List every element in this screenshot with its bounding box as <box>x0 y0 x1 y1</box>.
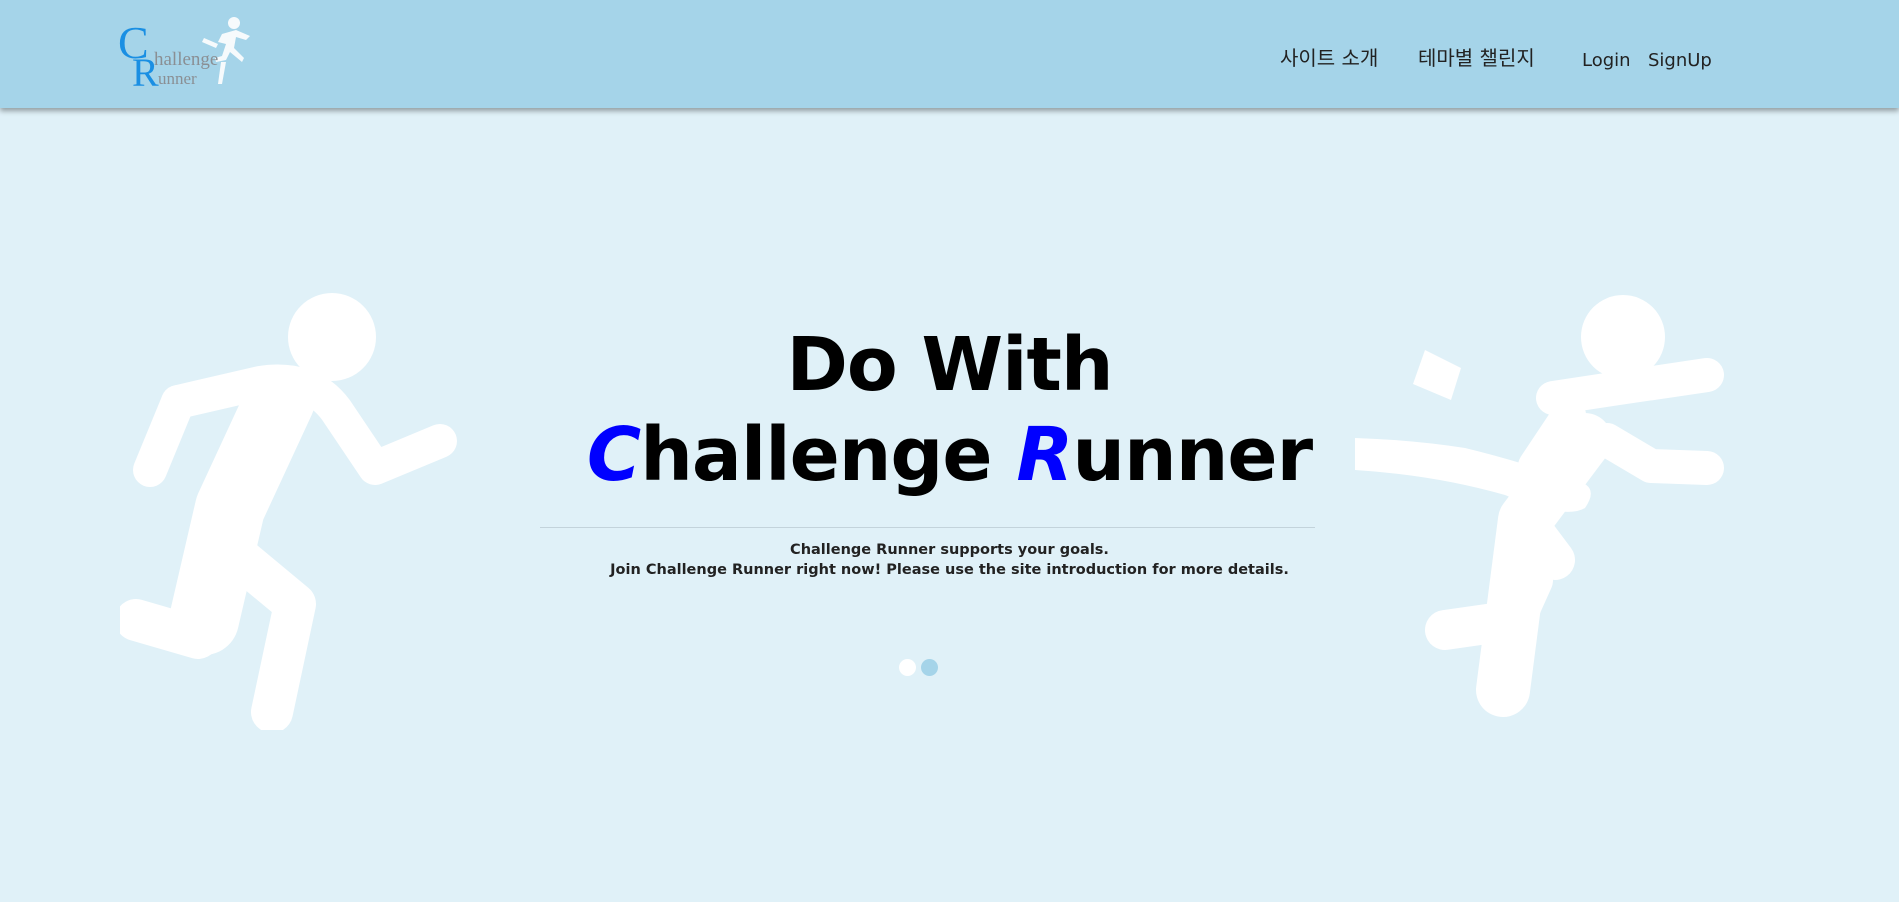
nav-about-link[interactable]: 사이트 소개 <box>1280 42 1378 71</box>
headline-word-hallenge: hallenge <box>640 412 1017 498</box>
hero-subtitle-2: Join Challenge Runner right now! Please … <box>610 562 1289 578</box>
headline-letter-c: C <box>586 412 641 498</box>
hero-subtitle-1: Challenge Runner supports your goals. <box>790 542 1109 558</box>
carousel-dot-1[interactable] <box>899 659 916 676</box>
login-link[interactable]: Login <box>1582 50 1631 71</box>
headline-word-unner: unner <box>1072 412 1313 498</box>
hero-headline-line-1: Do With <box>786 322 1113 408</box>
signup-link[interactable]: SignUp <box>1648 50 1712 71</box>
main-nav: 사이트 소개 테마별 챌린지 Login SignUp <box>0 42 1899 82</box>
site-header: C R hallenge unner 사이트 소개 테마별 챌린지 Login … <box>0 0 1899 108</box>
hero-headline-line-2: Challenge Runner <box>0 418 1899 492</box>
hero-divider <box>540 527 1315 528</box>
nav-theme-challenges-link[interactable]: 테마별 챌린지 <box>1418 42 1535 71</box>
carousel-indicators <box>899 659 939 677</box>
carousel-dot-2[interactable] <box>921 659 938 676</box>
headline-letter-r: R <box>1016 412 1073 498</box>
